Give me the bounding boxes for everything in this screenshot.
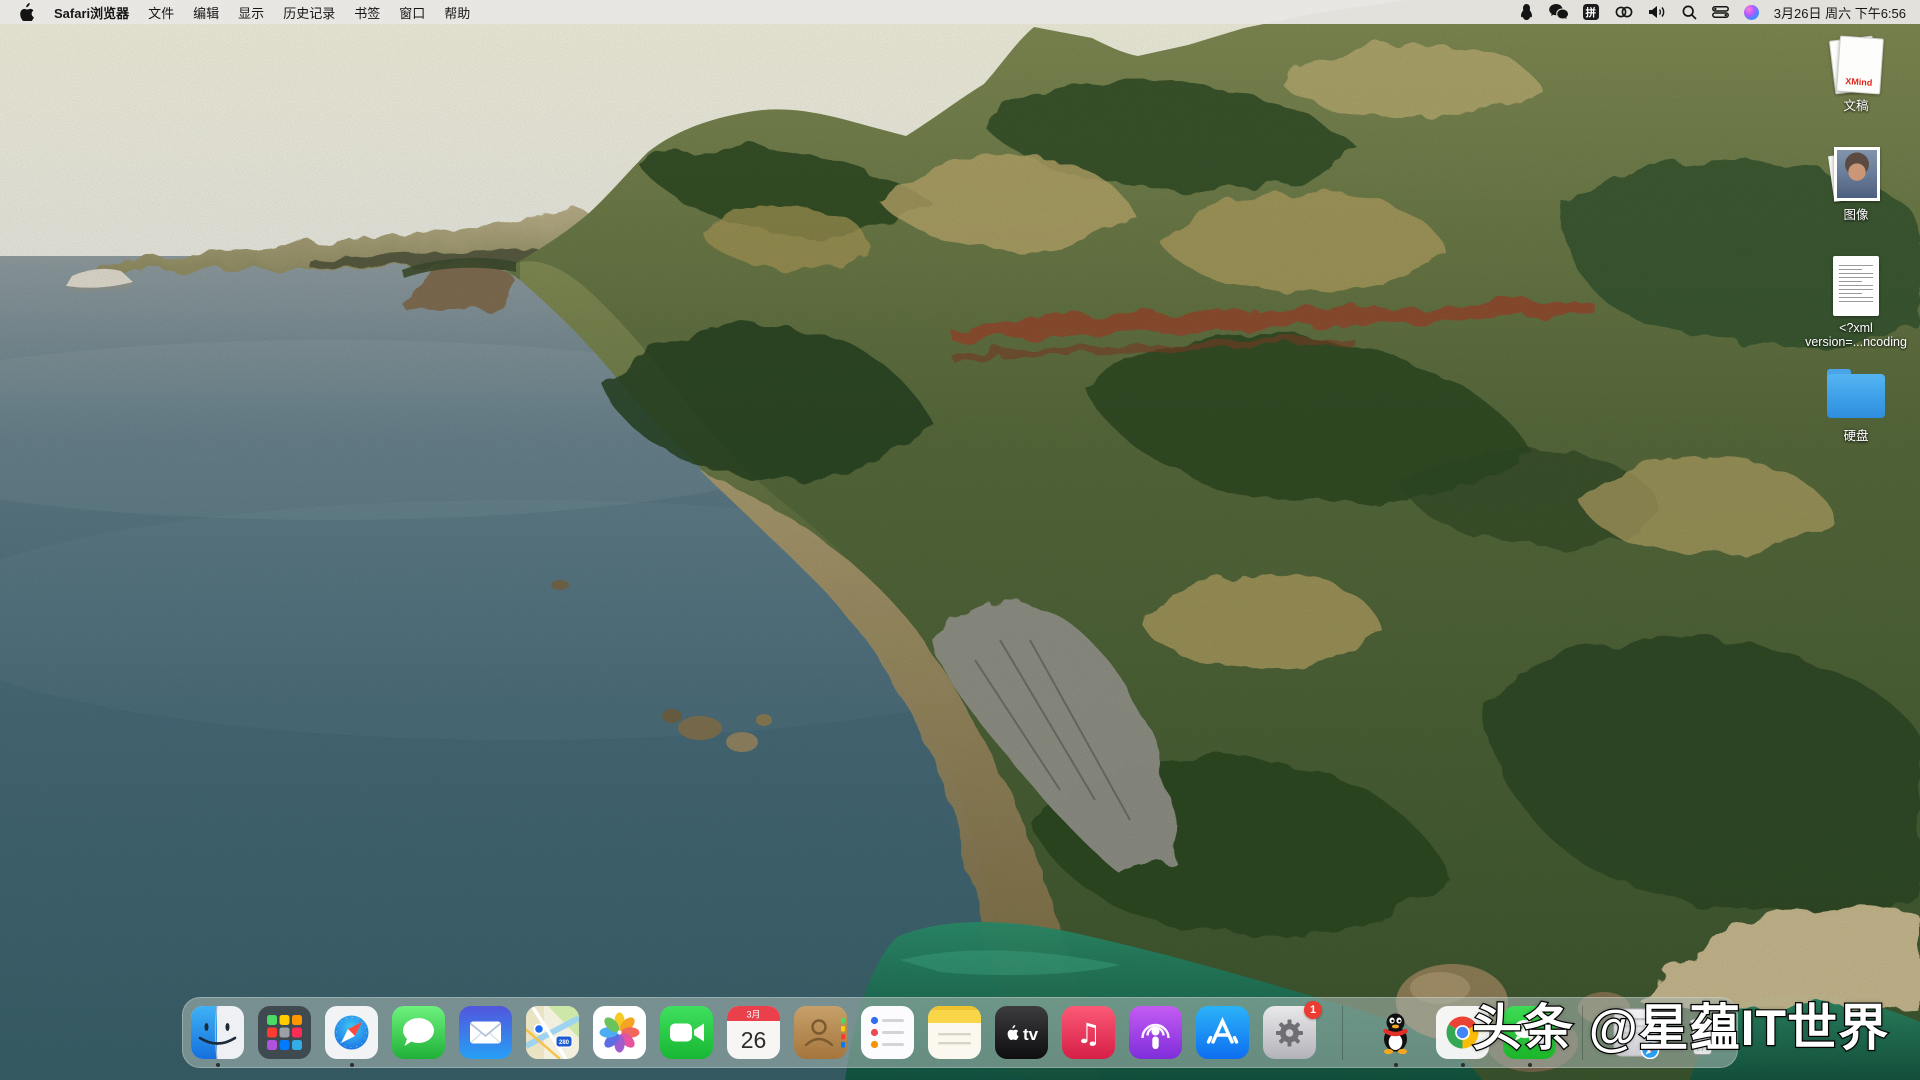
dock-divider bbox=[1342, 1006, 1343, 1060]
menu-history[interactable]: 历史记录 bbox=[283, 3, 335, 22]
svg-text:♫: ♫ bbox=[1076, 1017, 1101, 1050]
dock-system-preferences-icon[interactable]: 1 bbox=[1263, 1006, 1316, 1059]
desktop-icon-label: <?xml version=...ncoding bbox=[1805, 321, 1907, 349]
dock-finder-icon[interactable] bbox=[191, 1006, 244, 1059]
pinyin-input-icon[interactable]: 拼 bbox=[1583, 4, 1599, 20]
menu-file[interactable]: 文件 bbox=[148, 3, 174, 22]
dock-app-store-icon[interactable] bbox=[1196, 1006, 1249, 1059]
dock-safari-icon[interactable] bbox=[325, 1006, 378, 1059]
text-document-icon bbox=[1833, 256, 1879, 316]
desktop-icon-label: 文稿 bbox=[1843, 99, 1868, 113]
dock-notes-icon[interactable] bbox=[928, 1006, 981, 1059]
tv-label: tv bbox=[1023, 1025, 1039, 1044]
active-app-menu[interactable]: Safari浏览器 bbox=[54, 3, 129, 22]
dock-music-icon[interactable]: ♫ bbox=[1062, 1006, 1115, 1059]
control-center-icon[interactable] bbox=[1712, 2, 1729, 22]
blue-folder-icon bbox=[1827, 374, 1885, 420]
maps-shield-label: 280 bbox=[559, 1040, 570, 1046]
wechat-menubar-icon[interactable] bbox=[1549, 2, 1568, 22]
volume-icon[interactable] bbox=[1649, 2, 1667, 22]
dock-reminders-icon[interactable] bbox=[861, 1006, 914, 1059]
desktop-icon-xml-file[interactable]: <?xml version=...ncoding bbox=[1771, 256, 1920, 349]
menu-help[interactable]: 帮助 bbox=[444, 3, 470, 22]
qq-menubar-icon[interactable] bbox=[1519, 2, 1534, 22]
desktop-icon-image[interactable]: 图像 bbox=[1771, 147, 1920, 222]
image-thumbnail-icon bbox=[1830, 147, 1882, 203]
menu-bookmarks[interactable]: 书签 bbox=[354, 3, 380, 22]
dock-photos-icon[interactable] bbox=[593, 1006, 646, 1059]
xmind-document-icon: XMind bbox=[1828, 36, 1884, 94]
dock-facetime-icon[interactable] bbox=[660, 1006, 713, 1059]
dock-mail-icon[interactable] bbox=[459, 1006, 512, 1059]
apple-menu-icon[interactable] bbox=[20, 2, 35, 22]
dock-apple-tv-icon[interactable]: tv bbox=[995, 1006, 1048, 1059]
wallpaper-catalina-coast bbox=[0, 0, 1920, 1080]
xmind-logo-text: XMind bbox=[1845, 76, 1873, 88]
link-rings-icon[interactable] bbox=[1614, 2, 1634, 22]
menu-view[interactable]: 显示 bbox=[238, 3, 264, 22]
menubar-clock[interactable]: 3月26日 周六 下午6:56 bbox=[1774, 3, 1906, 22]
dock-qq-icon[interactable] bbox=[1369, 1006, 1422, 1059]
menu-bar: Safari浏览器 文件 编辑 显示 历史记录 书签 窗口 帮助 拼 3月26日… bbox=[0, 0, 1920, 24]
dock-podcasts-icon[interactable] bbox=[1129, 1006, 1182, 1059]
dock-maps-icon[interactable]: 280 bbox=[526, 1006, 579, 1059]
calendar-month-label: 3月 bbox=[746, 1010, 760, 1020]
search-icon[interactable] bbox=[1682, 2, 1697, 22]
dock-messages-icon[interactable] bbox=[392, 1006, 445, 1059]
desktop-icon-label: 图像 bbox=[1843, 208, 1868, 222]
desktop-icon-label: 硬盘 bbox=[1843, 429, 1868, 443]
notification-badge: 1 bbox=[1304, 1001, 1322, 1019]
menu-window[interactable]: 窗口 bbox=[399, 3, 425, 22]
calendar-day-label: 26 bbox=[741, 1027, 767, 1053]
dock-contacts-icon[interactable] bbox=[794, 1006, 847, 1059]
menu-edit[interactable]: 编辑 bbox=[193, 3, 219, 22]
desktop-icon-hard-disk-folder[interactable]: 硬盘 bbox=[1771, 368, 1920, 443]
desktop-icon-xmind-document[interactable]: XMind 文稿 bbox=[1771, 36, 1920, 113]
desktop: Safari浏览器 文件 编辑 显示 历史记录 书签 窗口 帮助 拼 3月26日… bbox=[0, 0, 1920, 1080]
dock-calendar-icon[interactable]: 3月 26 bbox=[727, 1006, 780, 1059]
dock-launchpad-icon[interactable] bbox=[258, 1006, 311, 1059]
siri-icon[interactable] bbox=[1744, 5, 1759, 20]
toutiao-watermark: 头条 @星蕴IT世界 bbox=[1472, 988, 1889, 1060]
